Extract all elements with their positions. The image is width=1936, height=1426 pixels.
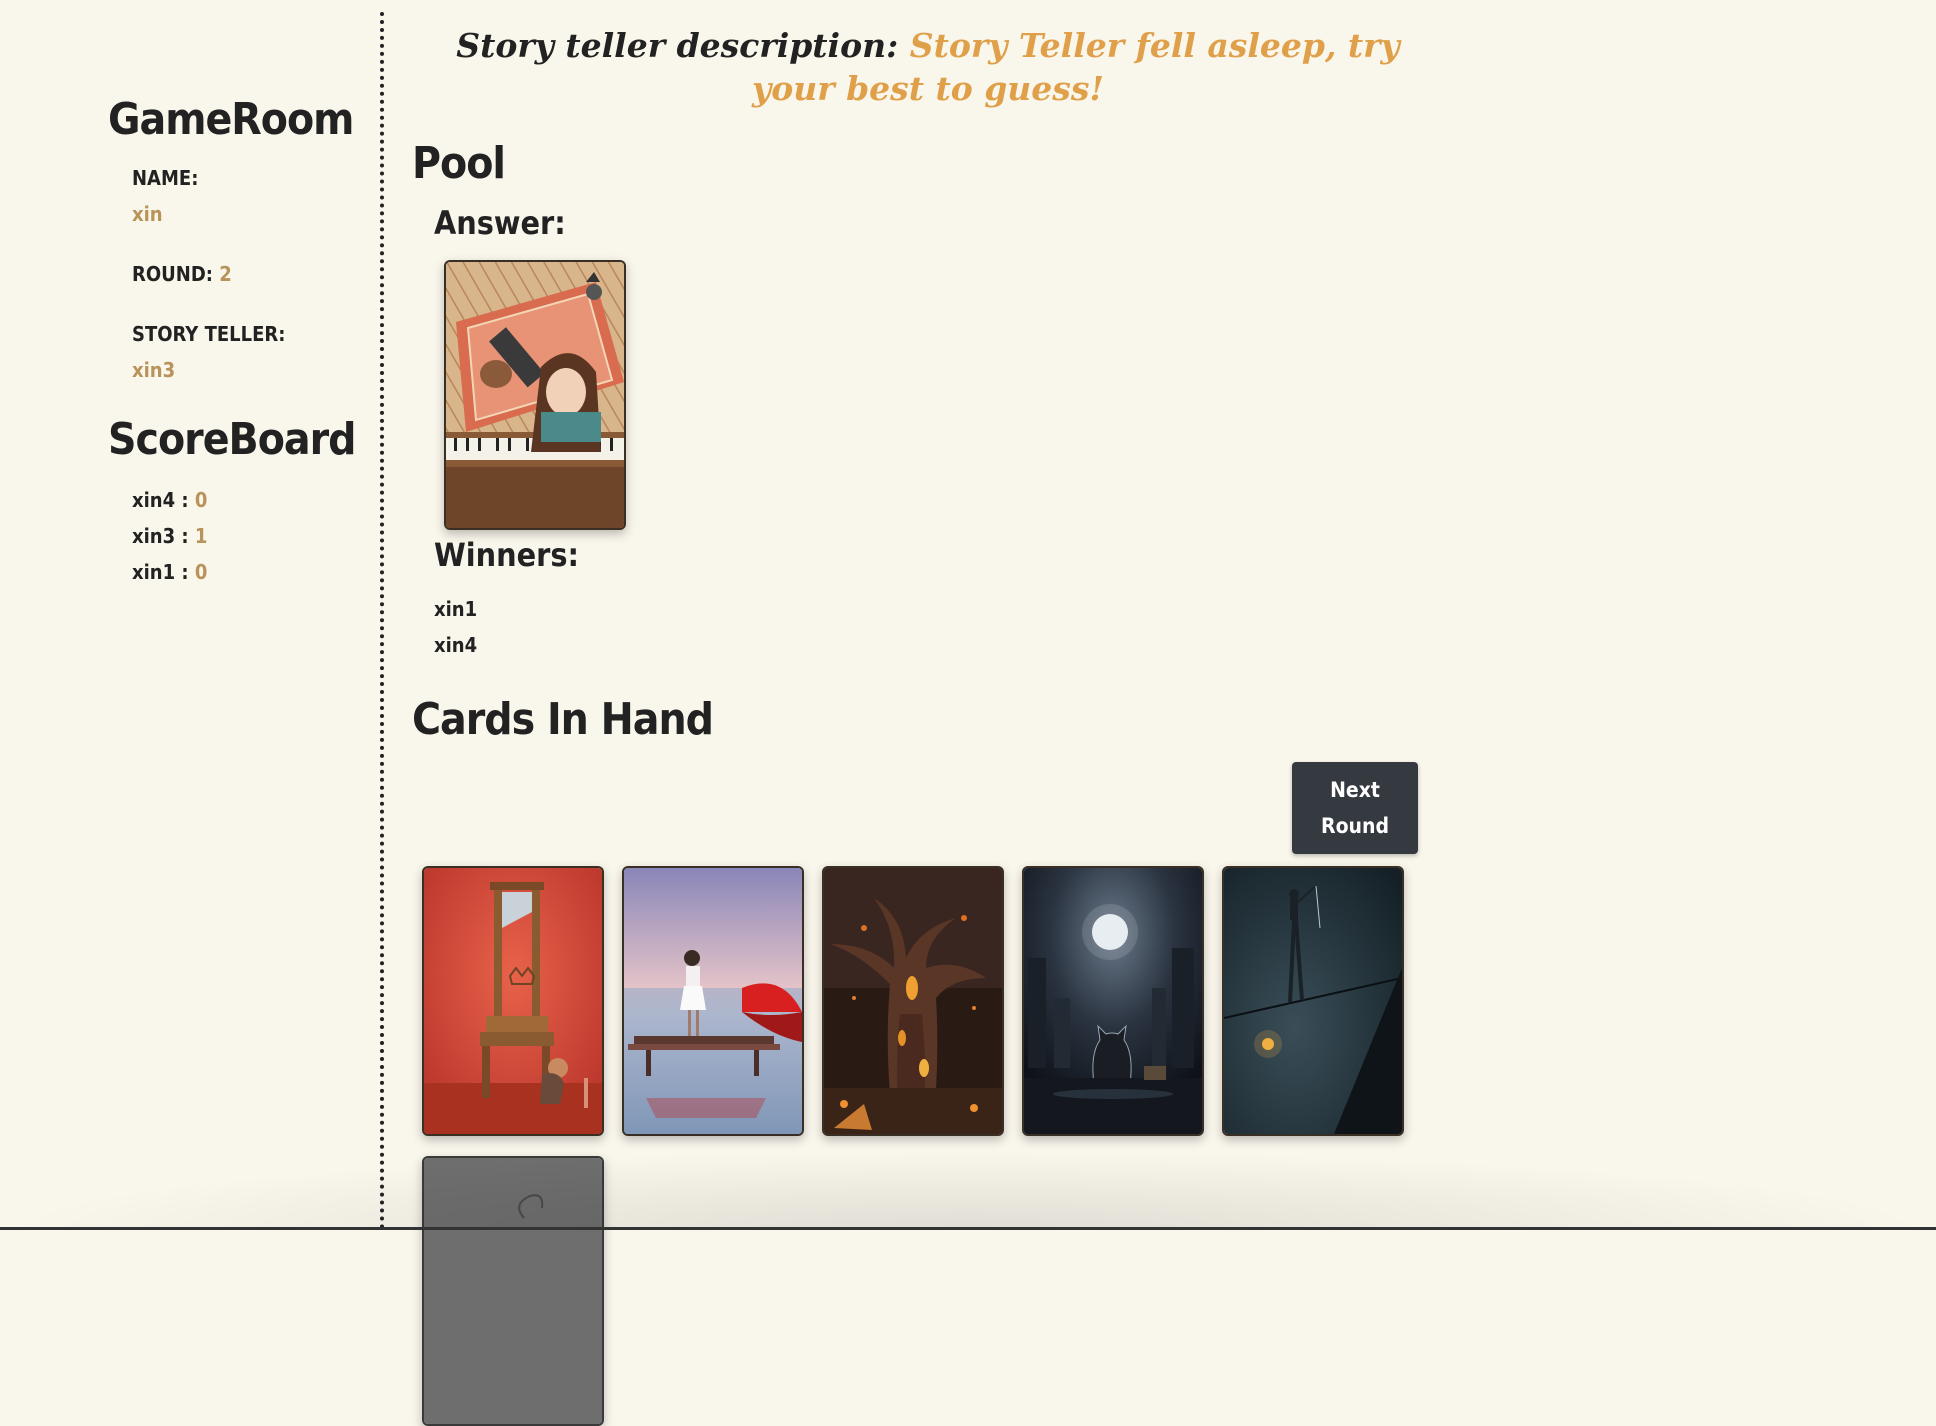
answer-card[interactable] (444, 260, 626, 530)
hand-card[interactable] (1222, 866, 1404, 1136)
scoreboard-title: ScoreBoard (108, 414, 356, 465)
gameroom-title: GameRoom (108, 94, 354, 145)
pool-title: Pool (412, 138, 506, 189)
round-value: 2 (219, 262, 232, 286)
score-sep: : (175, 560, 195, 584)
winners-label: Winners: (434, 536, 580, 574)
round-label: ROUND: (132, 262, 213, 286)
girl-piano-card-image (446, 262, 624, 528)
description-label: Story teller description: (456, 26, 899, 65)
story-teller-value: xin3 (132, 358, 176, 382)
round-row: ROUND: 2 (132, 262, 232, 286)
score-row: xin1 : 0 (132, 560, 207, 584)
score-sep: : (175, 524, 195, 548)
score-player: xin1 (132, 560, 176, 584)
score-row: xin3 : 1 (132, 524, 207, 548)
girl-red-umbrella-card-image (624, 868, 802, 1134)
tightrope-walker-card-image (1224, 868, 1402, 1134)
score-value: 1 (194, 524, 208, 548)
guillotine-chair-card-image (424, 868, 602, 1134)
cards-in-hand-title: Cards In Hand (412, 694, 714, 745)
cat-moon-card-image (1024, 868, 1202, 1134)
sidebar-divider (380, 12, 384, 1230)
score-sep: : (175, 488, 195, 512)
hand-card[interactable] (422, 866, 604, 1136)
fantasy-tree-card-image (824, 868, 1002, 1134)
hand-card[interactable] (622, 866, 804, 1136)
score-row: xin4 : 0 (132, 488, 207, 512)
next-round-label: Next Round (1321, 778, 1389, 838)
hand-card[interactable] (422, 1156, 604, 1426)
sidebar: GameRoom NAME: xin ROUND: 2 STORY TELLER… (0, 0, 380, 1230)
hand-card[interactable] (822, 866, 1004, 1136)
story-teller-label: STORY TELLER: (132, 322, 286, 346)
score-player: xin3 (132, 524, 176, 548)
hand-card[interactable] (1022, 866, 1204, 1136)
score-player: xin4 (132, 488, 176, 512)
score-value: 0 (194, 488, 208, 512)
score-value: 0 (194, 560, 208, 584)
next-round-button[interactable]: Next Round (1292, 762, 1418, 854)
partial-card-image (424, 1158, 602, 1424)
name-label: NAME: (132, 166, 199, 190)
name-value: xin (132, 202, 163, 226)
winner-item: xin4 (434, 633, 478, 657)
story-teller-description: Story teller description: Story Teller f… (420, 24, 1436, 110)
winner-item: xin1 (434, 597, 478, 621)
answer-label: Answer: (434, 204, 566, 242)
